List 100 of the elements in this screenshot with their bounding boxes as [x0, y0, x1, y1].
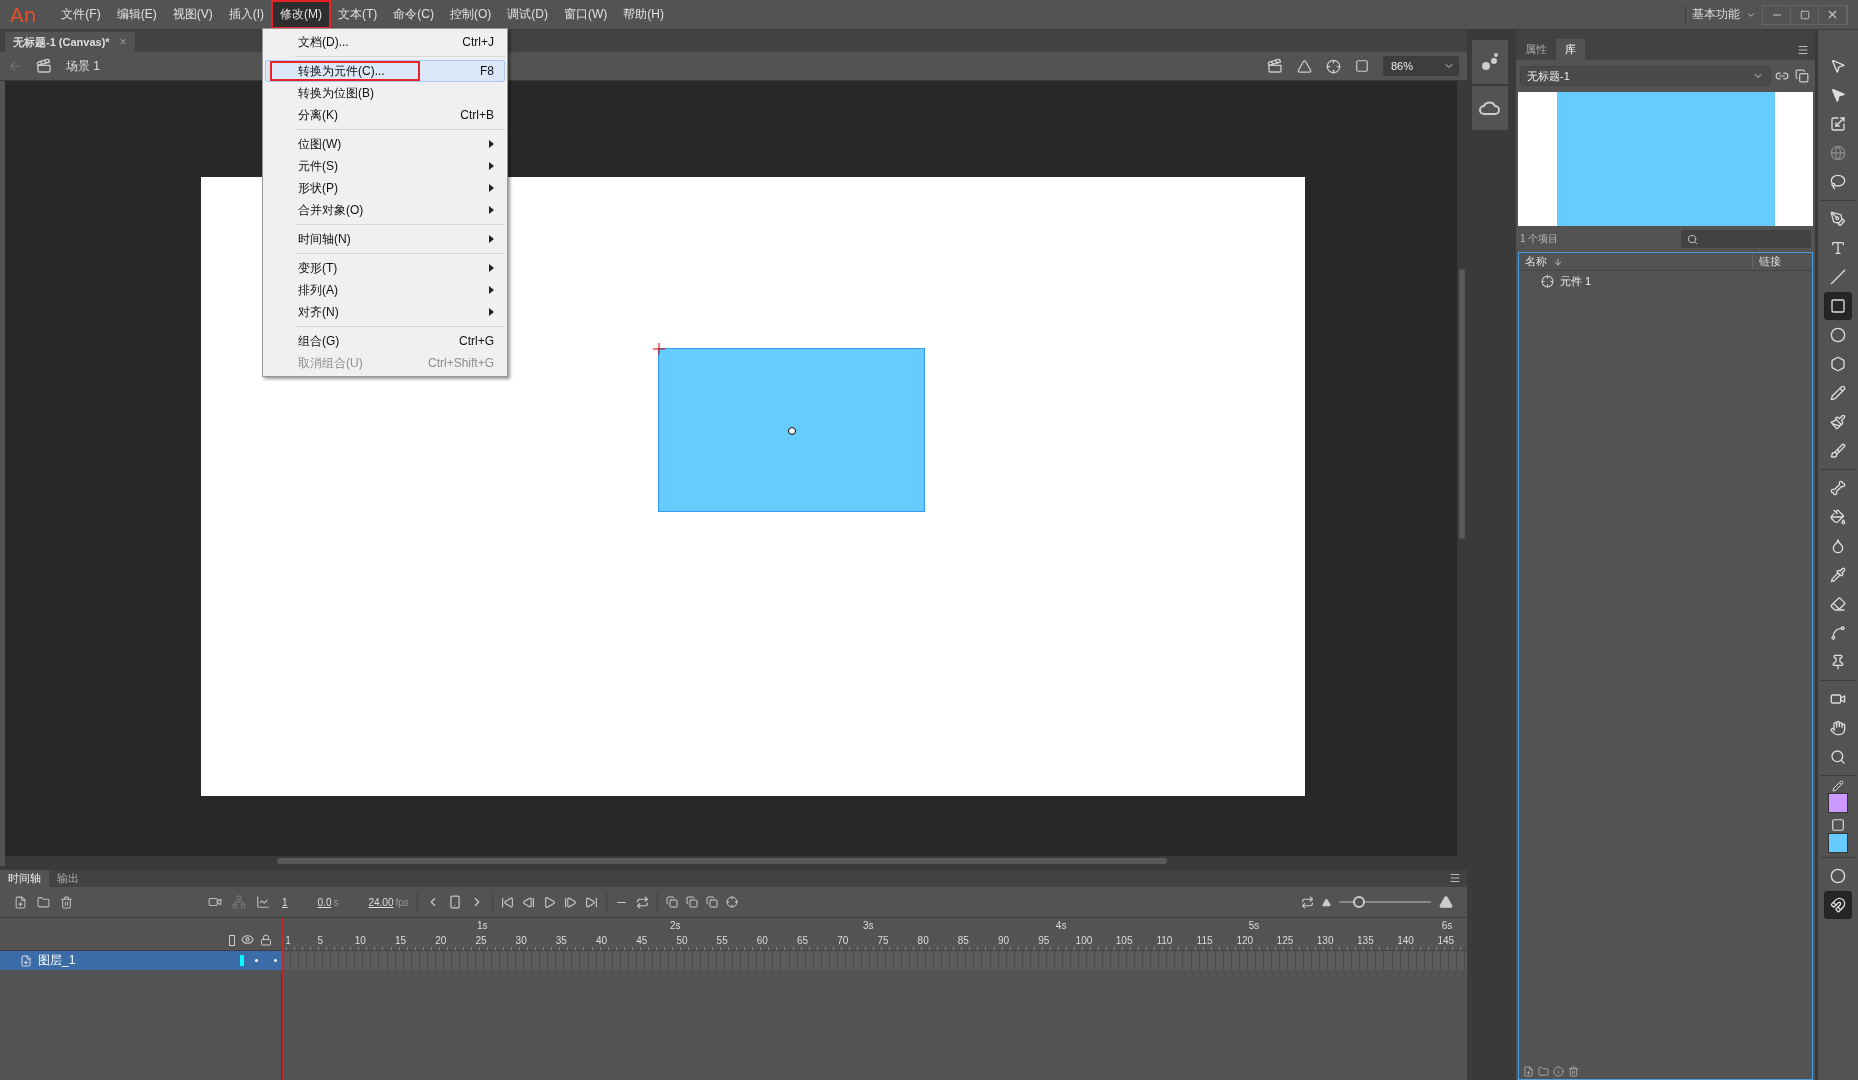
- menu-item[interactable]: 调试(D): [500, 2, 555, 27]
- fps-unit: fps: [395, 896, 409, 908]
- menu-item[interactable]: 元件(S): [265, 155, 505, 177]
- menu-item[interactable]: 插入(I): [221, 2, 271, 27]
- workspace-switcher[interactable]: 基本功能: [1685, 6, 1746, 23]
- square-icon[interactable]: [1355, 59, 1369, 73]
- libraries-button[interactable]: [1472, 86, 1508, 130]
- document-dropdown[interactable]: 无标题-1: [1520, 66, 1771, 86]
- menu-item[interactable]: 转换为位图(B): [265, 82, 505, 104]
- loop-icon[interactable]: [635, 895, 649, 909]
- time-label: 6s: [1441, 920, 1453, 931]
- pencil-icon: [1832, 780, 1844, 792]
- panel-tab[interactable]: 属性: [1516, 39, 1556, 60]
- new-library-icon[interactable]: [1795, 69, 1809, 83]
- submenu-arrow-icon: [489, 140, 494, 148]
- menu-item[interactable]: 文本(T): [331, 2, 385, 27]
- frame-label: 140: [1397, 935, 1414, 946]
- step-forward-icon[interactable]: [563, 895, 577, 909]
- color-swatch[interactable]: [1828, 793, 1848, 813]
- menu-icon[interactable]: [1449, 872, 1461, 884]
- menu-item[interactable]: 窗口(W): [557, 2, 615, 27]
- loop-icon[interactable]: [1301, 895, 1314, 909]
- frame-label: 120: [1236, 935, 1254, 946]
- folder-icon[interactable]: [37, 895, 50, 909]
- frame-label: 15: [395, 935, 407, 946]
- menu-item[interactable]: 视图(V): [165, 2, 220, 27]
- slider-thumb[interactable]: [1353, 896, 1366, 908]
- small-mountain-icon[interactable]: [1322, 897, 1331, 907]
- color-swatch[interactable]: [1828, 833, 1848, 853]
- frame-label: 85: [957, 935, 969, 946]
- crosshair-icon[interactable]: [725, 896, 738, 908]
- device-icon[interactable]: [447, 895, 462, 909]
- lock-icon[interactable]: [260, 934, 272, 946]
- time-label: 5s: [1248, 920, 1260, 931]
- last-frame-icon[interactable]: [584, 895, 598, 909]
- menu-item[interactable]: 变形(T): [265, 257, 505, 279]
- document-tab[interactable]: 无标题-1 (Canvas)* ×: [5, 32, 135, 52]
- copy-icon[interactable]: [685, 896, 698, 908]
- trash-icon[interactable]: [1568, 1065, 1579, 1077]
- frame-label: 70: [837, 935, 849, 946]
- trash-icon[interactable]: [60, 895, 73, 909]
- assets-button[interactable]: [1472, 40, 1508, 84]
- menu-icon[interactable]: [1797, 44, 1809, 56]
- copy-icon[interactable]: [705, 896, 718, 908]
- menu-item[interactable]: 帮助(H): [616, 2, 671, 27]
- first-frame-icon[interactable]: [500, 895, 514, 909]
- magnet-icon[interactable]: [1824, 891, 1852, 919]
- visibility-dot[interactable]: [255, 959, 258, 962]
- search-icon: [1687, 233, 1698, 245]
- new-symbol-icon[interactable]: [1523, 1065, 1534, 1077]
- menu-item[interactable]: 形状(P): [265, 177, 505, 199]
- graph-icon[interactable]: [256, 895, 270, 909]
- folder-icon[interactable]: [1538, 1065, 1549, 1077]
- clapperboard-icon[interactable]: [1267, 58, 1283, 74]
- menu-item[interactable]: 排列(A): [265, 279, 505, 301]
- item-name: 元件 1: [1560, 273, 1592, 289]
- menu-item[interactable]: 转换为元件(C)... F8: [265, 60, 505, 82]
- fps-value[interactable]: 24.00: [368, 896, 394, 908]
- panel-tab[interactable]: 库: [1556, 39, 1585, 60]
- crosshair-icon[interactable]: [1326, 58, 1341, 74]
- menu-item[interactable]: 控制(O): [443, 2, 499, 27]
- column-header[interactable]: 链接: [1752, 254, 1812, 269]
- camera-icon[interactable]: [208, 895, 222, 909]
- library-item[interactable]: 元件 1: [1519, 271, 1812, 291]
- menu-item[interactable]: 修改(M): [273, 2, 329, 27]
- eye-icon[interactable]: [241, 933, 254, 946]
- large-mountain-icon[interactable]: [1439, 895, 1453, 909]
- menu-item[interactable]: 时间轴(N): [265, 228, 505, 250]
- panel-tab[interactable]: 输出: [49, 870, 87, 887]
- zoom-field[interactable]: 86%: [1383, 56, 1459, 76]
- menu-item[interactable]: 合并对象(O): [265, 199, 505, 221]
- scrollbar-thumb[interactable]: [277, 858, 1167, 864]
- menu-item[interactable]: 文件(F): [54, 2, 108, 27]
- rectangle-icon[interactable]: [1824, 292, 1852, 320]
- square-icon: [1831, 818, 1845, 832]
- menu-item[interactable]: 分离(K) Ctrl+B: [265, 104, 505, 126]
- layer-color-mark[interactable]: [240, 955, 244, 966]
- layer-row[interactable]: 图层_1: [0, 951, 282, 970]
- frame-number[interactable]: 1: [282, 896, 288, 908]
- menu-item[interactable]: 编辑(E): [109, 2, 164, 27]
- scrollbar-thumb[interactable]: [1459, 269, 1465, 539]
- outline-icon[interactable]: [229, 935, 235, 946]
- time-value[interactable]: 0.0: [317, 896, 332, 908]
- menu-item[interactable]: 组合(G) Ctrl+G: [265, 330, 505, 352]
- triangle-icon[interactable]: [1297, 58, 1312, 74]
- menu-item[interactable]: 命令(C): [386, 2, 441, 27]
- panel-tab[interactable]: 时间轴: [0, 870, 49, 887]
- frame-label: 115: [1196, 935, 1213, 946]
- step-back-icon[interactable]: [521, 895, 535, 909]
- menu-item[interactable]: 对齐(N): [265, 301, 505, 323]
- column-header[interactable]: 名称: [1519, 254, 1553, 269]
- copy-icon[interactable]: [665, 896, 678, 908]
- menu-item[interactable]: 文档(D)... Ctrl+J: [265, 31, 505, 53]
- search-field[interactable]: [1681, 230, 1811, 248]
- new-layer-icon[interactable]: [14, 895, 27, 909]
- sort-icon[interactable]: [1553, 256, 1563, 267]
- play-icon[interactable]: [542, 895, 556, 909]
- info-icon[interactable]: [1553, 1065, 1564, 1077]
- menu-item[interactable]: 位图(W): [265, 133, 505, 155]
- lock-dot[interactable]: [274, 959, 277, 962]
